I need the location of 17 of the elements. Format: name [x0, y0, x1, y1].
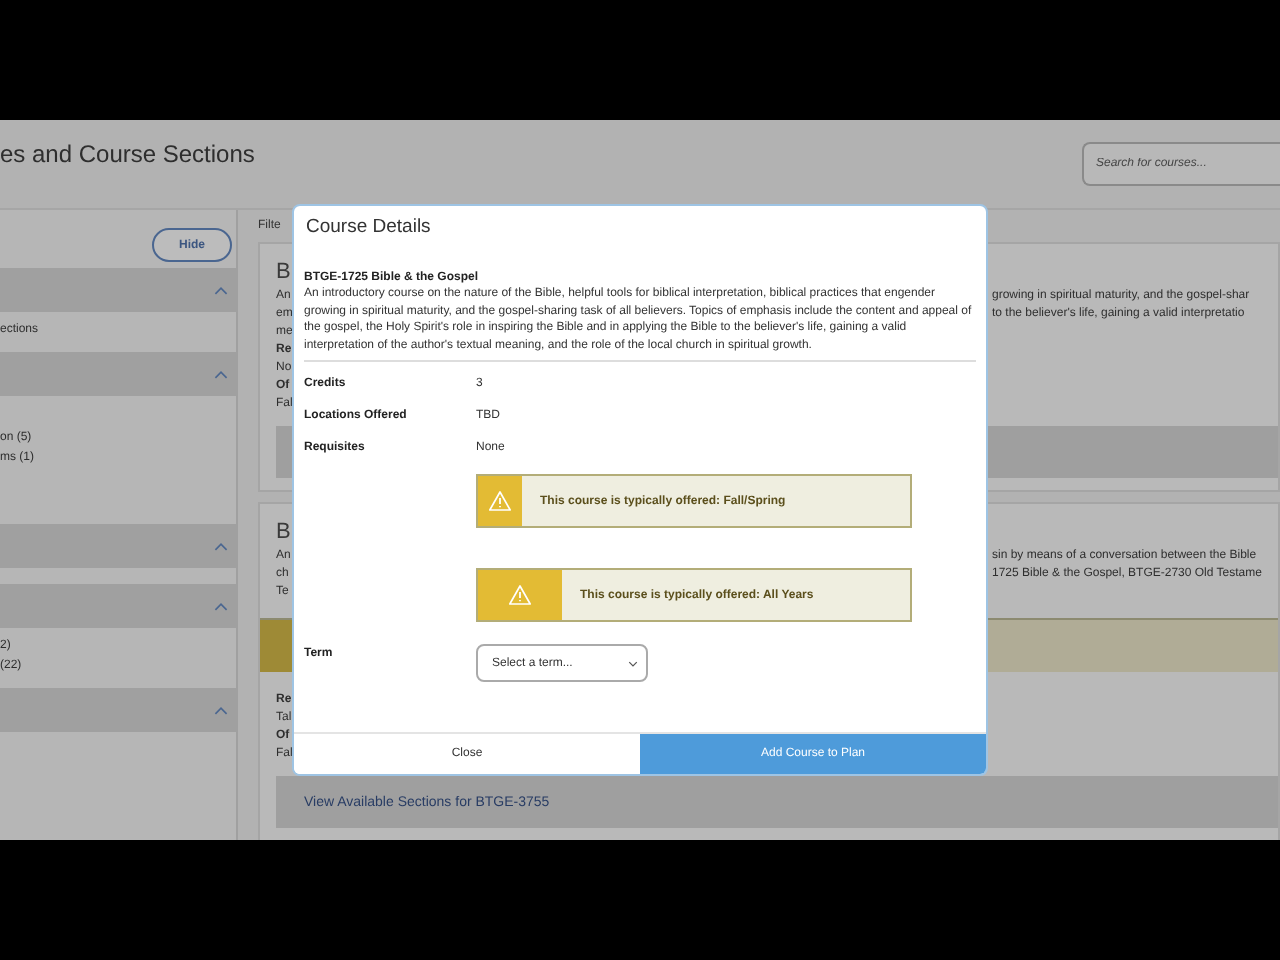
chevron-icon — [628, 659, 638, 668]
section-header[interactable] — [0, 524, 236, 568]
course-heading: B — [276, 520, 291, 544]
dialog-title: Course Details — [304, 214, 433, 242]
page-title: es and Course Sections — [0, 140, 255, 168]
warning-icon — [508, 584, 532, 607]
course-heading: B — [276, 260, 291, 284]
caret-icon — [214, 541, 228, 551]
caret-icon — [214, 285, 228, 295]
warning-icon — [488, 490, 512, 513]
section-header[interactable] — [0, 688, 236, 732]
section-header[interactable] — [0, 268, 236, 312]
caret-icon — [214, 705, 228, 715]
caret-icon — [214, 601, 228, 611]
section-header[interactable] — [0, 584, 236, 628]
caret-icon — [214, 369, 228, 379]
section-header[interactable] — [0, 352, 236, 396]
